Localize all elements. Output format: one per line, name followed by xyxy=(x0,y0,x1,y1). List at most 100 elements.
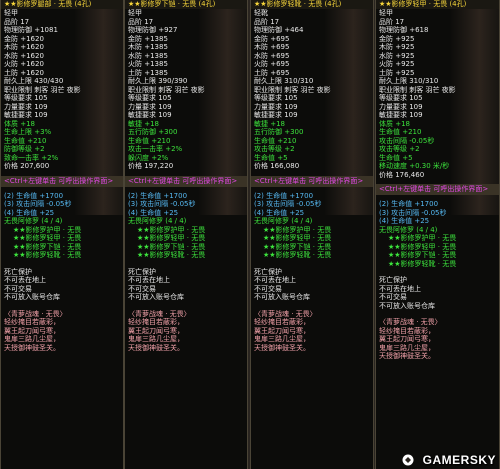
item-stat-line: 品阶 17 xyxy=(379,17,405,26)
gamersky-logo-icon xyxy=(402,454,414,466)
set-name: 无畏阿修罗 (4 / 4) xyxy=(254,217,313,225)
item-stat-line: 水防 +1385 xyxy=(128,51,168,60)
item-stat-line: 木防 +1620 xyxy=(4,43,44,51)
item-stat-line: 轻甲 xyxy=(128,9,142,17)
item-stat-line: 物理防御 +618 xyxy=(379,26,429,34)
item-lore-line: 翼王起刀闻弓寒， xyxy=(4,326,60,335)
item-tooltip-panel-3: ★★影修罗轻靴 · 无畏 (4孔) 轻靴 品阶 17 物理防御 +464 金防 +695… xyxy=(250,0,374,469)
item-stat-line: 物理防御 +464 xyxy=(254,26,304,34)
set-bonus-line: (4) 生命值 +25 xyxy=(254,208,305,217)
item-stat-line: 水防 +925 xyxy=(379,51,415,60)
item-property: 不可放入账号仓库 xyxy=(128,293,184,301)
item-bonus-line: 生命值 +210 xyxy=(128,136,171,145)
item-bonus-line: 生命值 +210 xyxy=(254,136,297,145)
item-price: 价格 207,600 xyxy=(4,162,50,170)
item-property: 不可丢在地上 xyxy=(4,276,46,284)
set-item: ★★影修罗轻靴 · 无畏 xyxy=(137,251,206,259)
item-stat-line: 等级要求 105 xyxy=(379,94,423,102)
item-bonus-line: 五行防御 +300 xyxy=(128,128,178,136)
set-item: ★★影修罗护甲 · 无畏 xyxy=(137,225,206,234)
item-lore-line: 鬼扉三路几尘屋， xyxy=(254,335,310,343)
watermark-text: GAMERSKY xyxy=(422,453,496,467)
item-stat-line: 火防 +925 xyxy=(379,60,415,68)
item-bonus-line: 敏捷 +18 xyxy=(128,119,159,128)
item-property: 不可交易 xyxy=(379,293,407,301)
item-price: 价格 166,080 xyxy=(254,162,300,170)
set-name: 无畏阿修罗 (4 / 4) xyxy=(379,225,438,234)
item-stat-line: 等级要求 105 xyxy=(254,94,298,102)
set-bonus-line: (4) 生命值 +25 xyxy=(128,208,179,217)
item-lore-line: 翼王起刀闻弓寒， xyxy=(128,326,184,335)
item-lore-line: 翼王起刀闻弓寒， xyxy=(254,326,310,335)
set-item: ★★影修罗轻靴 · 无畏 xyxy=(388,259,457,268)
item-stat-line: 等级要求 105 xyxy=(4,94,48,102)
set-bonus-line: (2) 生命值 +1700 xyxy=(379,200,439,208)
item-property: 死亡保护 xyxy=(128,267,156,276)
item-lore-line: 鬼扉三路几尘屋， xyxy=(379,343,435,352)
item-property: 不可放入账号仓库 xyxy=(379,301,435,310)
item-stat-line: 耐久上限 430/430 xyxy=(4,77,64,85)
item-stat-line: 敏捷要求 109 xyxy=(254,111,298,119)
set-bonus-line: (2) 生命值 +1700 xyxy=(254,191,314,200)
item-stat-line: 品阶 17 xyxy=(4,17,30,26)
set-bonus-line: (4) 生命值 +25 xyxy=(379,217,430,225)
item-stat-line: 耐久上限 310/310 xyxy=(379,77,439,85)
set-item: ★★影修罗护甲 · 无畏 xyxy=(388,234,457,242)
item-lore-line: 〈青萝战魂 · 无畏〉 xyxy=(4,309,67,318)
item-stat-line: 水防 +695 xyxy=(254,51,290,60)
item-stat-line: 敏捷要求 109 xyxy=(128,111,172,119)
item-stat-line: 职业限制 刺客 羽芒 夜影 xyxy=(379,85,456,94)
item-stat-line: 力量要求 109 xyxy=(4,102,48,111)
item-lore-line: 轻纱掩目若蔽彩， xyxy=(128,318,184,326)
set-item: ★★影修罗轻甲 · 无畏 xyxy=(13,234,82,242)
item-stat-line: 水防 +1620 xyxy=(4,51,44,60)
item-stat-line: 力量要求 109 xyxy=(254,102,298,111)
item-title: ★★影修罗轻靴 · 无畏 (4孔) xyxy=(251,0,373,9)
set-item: ★★影修罗下铠 · 无畏 xyxy=(13,242,82,251)
item-stat-line: 物理防御 +927 xyxy=(128,26,178,34)
item-bonus-line: 移动速度 +0.30 米/秒 xyxy=(379,162,450,170)
item-lore-line: 〈青萝战魂 · 无畏〉 xyxy=(379,318,442,326)
item-stat-line: 火防 +695 xyxy=(254,60,290,68)
item-stat-line: 耐久上限 310/310 xyxy=(254,77,314,85)
item-stat-line: 木防 +925 xyxy=(379,43,415,51)
set-bonus-line: (2) 生命值 +1700 xyxy=(128,191,188,200)
item-bonus-line: 生命值 +210 xyxy=(4,136,47,145)
set-item: ★★影修罗轻甲 · 无畏 xyxy=(263,234,332,242)
set-item: ★★影修罗下铠 · 无畏 xyxy=(137,242,206,251)
item-property: 死亡保护 xyxy=(4,267,32,276)
item-title: ★★影修罗轻甲 · 无畏 (4孔) xyxy=(376,0,499,9)
set-name: 无畏阿修罗 (4 / 4) xyxy=(128,217,187,225)
item-stat-line: 金防 +695 xyxy=(254,34,290,43)
item-bonus-line: 体质 +18 xyxy=(4,119,35,128)
item-stat-line: 金防 +1385 xyxy=(128,34,168,43)
set-item: ★★影修罗轻靴 · 无畏 xyxy=(13,251,82,259)
item-stat-line: 等级要求 105 xyxy=(128,94,172,102)
item-bonus-line: 五行防御 +300 xyxy=(254,128,304,136)
set-item: ★★影修罗轻甲 · 无畏 xyxy=(388,242,457,251)
item-bonus-line: 攻击等级 +2 xyxy=(379,145,420,153)
item-price: 价格 197,220 xyxy=(128,162,174,170)
item-stat-line: 职业限制 刺客 羽芒 夜影 xyxy=(4,85,81,94)
item-title: ★★影修罗下铠 · 无畏 (4孔) xyxy=(125,0,247,9)
ctrl-click-hint: <Ctrl+左键单击 可呼出操作界面> xyxy=(125,175,247,187)
ctrl-click-hint: <Ctrl+左键单击 可呼出操作界面> xyxy=(376,184,499,195)
set-bonus-line: (3) 攻击间隔 -0.05秒 xyxy=(254,200,322,208)
item-lore-line: 天授御神鼓圣关。 xyxy=(128,343,184,352)
item-stat-line: 火防 +1385 xyxy=(128,60,168,68)
item-bonus-line: 生命值 +210 xyxy=(379,128,422,136)
item-property: 不可丢在地上 xyxy=(254,276,296,284)
item-tooltip-panel-2: ★★影修罗下铠 · 无畏 (4孔) 轻甲 品阶 17 物理防御 +927 金防 +138… xyxy=(124,0,248,469)
item-stat-line: 品阶 17 xyxy=(254,17,280,26)
item-bonus-line: 敏捷 +18 xyxy=(254,119,285,128)
item-lore-line: 轻纱掩目若蔽彩， xyxy=(379,326,435,335)
item-property: 不可丢在地上 xyxy=(379,284,421,293)
set-bonus-line: (3) 攻击间隔 -0.05秒 xyxy=(4,200,72,208)
ctrl-click-hint: <Ctrl+左键单击 可呼出操作界面> xyxy=(1,175,123,187)
item-stat-line: 敏捷要求 109 xyxy=(4,111,48,119)
